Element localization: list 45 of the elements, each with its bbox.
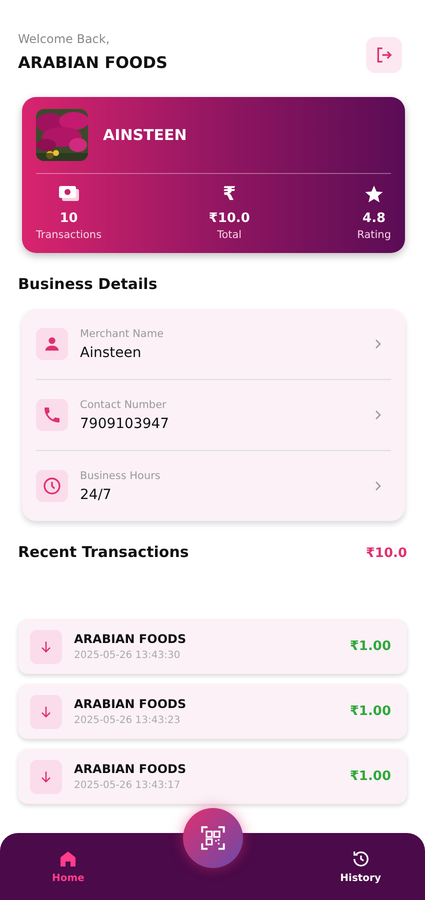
- clock-icon: [42, 476, 62, 496]
- chevron-icon[interactable]: [373, 480, 383, 492]
- stat-label: Total: [217, 229, 242, 241]
- transaction-card[interactable]: ARABIAN FOODS 2025-05-26 13:43:30 ₹1.00: [18, 619, 407, 674]
- qr-scan-icon: [200, 825, 226, 851]
- greeting-text: Welcome Back,: [18, 32, 111, 46]
- nav-tab[interactable]: Home: [52, 849, 84, 884]
- field-label: Merchant Name: [80, 328, 165, 340]
- stat-label: Transactions: [36, 229, 102, 241]
- transaction-name: ARABIAN FOODS: [74, 762, 188, 776]
- transaction-amount: ₹1.00: [350, 769, 391, 784]
- transaction-time: 2025-05-26 13:43:23: [74, 715, 182, 726]
- field-value: Ainsteen: [80, 344, 142, 360]
- section-title: Business Details: [18, 275, 158, 293]
- transaction-amount: ₹1.00: [350, 639, 391, 654]
- star-icon: [364, 184, 384, 204]
- stat-value: 4.8: [362, 211, 386, 226]
- field-value: 7909103947: [80, 416, 170, 432]
- transactions-total: ₹10.0: [366, 546, 407, 561]
- transaction-time: 2025-05-26 13:43:17: [74, 780, 182, 791]
- rupee-icon: ₹: [222, 184, 236, 204]
- stat-value: ₹10.0: [208, 211, 250, 226]
- home-icon: [58, 849, 78, 869]
- transaction-name: ARABIAN FOODS: [74, 697, 188, 711]
- field-value: 24/7: [80, 486, 112, 502]
- transaction-card[interactable]: ARABIAN FOODS 2025-05-26 13:43:23 ₹1.00: [18, 684, 407, 739]
- stat-value: 10: [60, 211, 78, 226]
- logout-button[interactable]: [366, 37, 402, 73]
- section-title: Recent Transactions: [18, 543, 189, 561]
- business-name: ARABIAN FOODS: [18, 53, 168, 72]
- phone-icon: [42, 405, 62, 425]
- cash-icon: [58, 184, 80, 204]
- stat-label: Rating: [357, 229, 391, 241]
- field-label: Contact Number: [80, 398, 168, 410]
- transaction-amount: ₹1.00: [350, 704, 391, 719]
- transaction-name: ARABIAN FOODS: [74, 632, 188, 646]
- history-icon: [350, 849, 371, 869]
- field-label: Business Hours: [80, 470, 162, 482]
- transaction-card[interactable]: ARABIAN FOODS 2025-05-26 13:43:17 ₹1.00: [18, 749, 407, 804]
- chevron-icon[interactable]: [373, 338, 383, 350]
- merchant-name: AINSTEEN: [103, 126, 187, 144]
- scan-button[interactable]: [183, 808, 243, 868]
- chevron-icon[interactable]: [373, 409, 383, 421]
- transaction-time: 2025-05-26 13:43:30: [74, 650, 182, 661]
- nav-tab[interactable]: History: [340, 849, 381, 884]
